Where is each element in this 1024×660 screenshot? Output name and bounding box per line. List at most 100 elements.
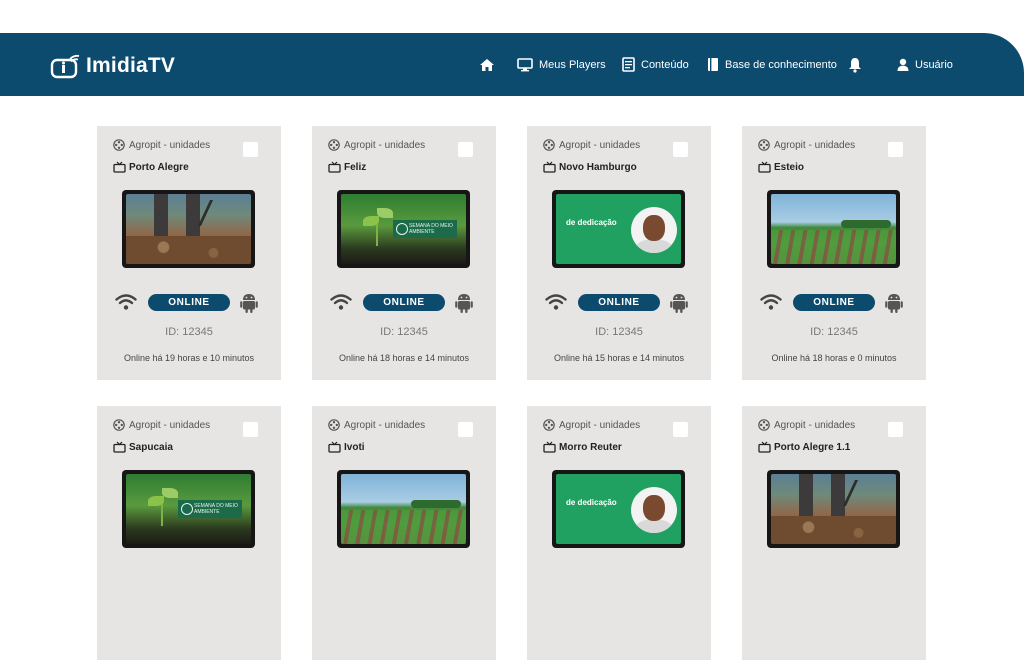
android-icon	[885, 294, 903, 313]
nav-conteudo[interactable]: Conteúdo	[622, 33, 689, 96]
thumbnail-image: SEMANA DO MEIO AMBIENTE	[341, 194, 466, 264]
player-id: ID: 12345	[595, 326, 643, 338]
nav-home[interactable]	[479, 33, 501, 96]
wifi-status	[330, 293, 352, 316]
player-name: Sapucaia	[113, 441, 173, 453]
nav-conteudo-label: Conteúdo	[641, 58, 689, 71]
player-id: ID: 12345	[380, 326, 428, 338]
nav-base-conhecimento-label: Base de conhecimento	[725, 58, 837, 71]
player-group: Agropit - unidades	[328, 419, 425, 431]
player-group: Agropit - unidades	[543, 419, 640, 431]
player-group-label: Agropit - unidades	[129, 419, 211, 431]
tv-icon	[328, 161, 341, 173]
film-reel-icon	[543, 139, 555, 151]
select-checkbox[interactable]	[243, 422, 258, 437]
player-screen-preview[interactable]	[337, 470, 470, 548]
player-name: Feliz	[328, 161, 366, 173]
player-card[interactable]: Agropit - unidades Porto Alegre ONLINE ID: …	[97, 126, 281, 380]
wifi-icon	[760, 294, 782, 310]
nav-user[interactable]: Usuário	[897, 33, 953, 96]
player-group-label: Agropit - unidades	[559, 139, 641, 151]
player-name: Morro Reuter	[543, 441, 622, 453]
book-icon	[708, 58, 718, 71]
player-name-label: Porto Alegre 1.1	[774, 441, 851, 453]
player-name-label: Porto Alegre	[129, 161, 189, 173]
select-checkbox[interactable]	[458, 422, 473, 437]
player-name-label: Sapucaia	[129, 441, 173, 453]
player-card[interactable]: Agropit - unidades Sapucaia SEMANA DO MEIO…	[97, 406, 281, 660]
tv-icon	[328, 441, 341, 453]
tv-icon	[758, 441, 771, 453]
tv-logo-icon	[50, 54, 80, 79]
player-card[interactable]: Agropit - unidades Porto Alegre 1.1	[742, 406, 926, 660]
player-name: Porto Alegre	[113, 161, 189, 173]
select-checkbox[interactable]	[888, 142, 903, 157]
android-platform	[885, 292, 903, 319]
player-screen-preview[interactable]: de dedicação	[552, 190, 685, 268]
home-icon	[480, 58, 494, 71]
thumbnail-image	[341, 474, 466, 544]
status-badge: ONLINE	[578, 294, 660, 311]
player-screen-preview[interactable]	[767, 190, 900, 268]
player-group: Agropit - unidades	[113, 139, 210, 151]
tv-icon	[758, 161, 771, 173]
player-name: Esteio	[758, 161, 804, 173]
player-screen-preview[interactable]: de dedicação	[552, 470, 685, 548]
thumbnail-image	[771, 194, 896, 264]
film-reel-icon	[113, 139, 125, 151]
thumbnail-image	[126, 194, 251, 264]
tv-icon	[543, 441, 556, 453]
player-group-label: Agropit - unidades	[344, 139, 426, 151]
select-checkbox[interactable]	[888, 422, 903, 437]
player-card[interactable]: Agropit - unidades Novo Hamburgo de dedica…	[527, 126, 711, 380]
wifi-status	[545, 293, 567, 316]
wifi-status	[760, 293, 782, 316]
online-duration: Online há 19 horas e 10 minutos	[123, 353, 255, 363]
player-name-label: Morro Reuter	[559, 441, 622, 453]
status-badge: ONLINE	[148, 294, 230, 311]
select-checkbox[interactable]	[243, 142, 258, 157]
player-group-label: Agropit - unidades	[774, 419, 856, 431]
thumbnail-image: SEMANA DO MEIO AMBIENTE	[126, 474, 251, 544]
player-group: Agropit - unidades	[543, 139, 640, 151]
player-group-label: Agropit - unidades	[129, 139, 211, 151]
player-name-label: Novo Hamburgo	[559, 161, 637, 173]
player-name: Novo Hamburgo	[543, 161, 637, 173]
document-icon	[622, 57, 635, 72]
player-id: ID: 12345	[165, 326, 213, 338]
nav-meus-players[interactable]: Meus Players	[517, 33, 606, 96]
monitor-icon	[517, 57, 533, 71]
player-card[interactable]: Agropit - unidades Ivoti	[312, 406, 496, 660]
thumbnail-image: de dedicação	[556, 474, 681, 544]
user-icon	[897, 58, 909, 71]
select-checkbox[interactable]	[673, 142, 688, 157]
film-reel-icon	[758, 139, 770, 151]
android-icon	[670, 294, 688, 313]
notifications-button[interactable]	[848, 33, 868, 96]
select-checkbox[interactable]	[673, 422, 688, 437]
app-logo[interactable]: ImidiaTV	[50, 53, 175, 79]
player-card[interactable]: Agropit - unidades Esteio ONLINE ID: 12345 O…	[742, 126, 926, 380]
status-badge: ONLINE	[793, 294, 875, 311]
online-duration: Online há 18 horas e 0 minutos	[771, 353, 897, 363]
wifi-icon	[545, 294, 567, 310]
android-icon	[240, 294, 258, 313]
player-screen-preview[interactable]	[767, 470, 900, 548]
player-group: Agropit - unidades	[758, 419, 855, 431]
player-card[interactable]: Agropit - unidades Morro Reuter de dedicaç…	[527, 406, 711, 660]
select-checkbox[interactable]	[458, 142, 473, 157]
thumbnail-image: de dedicação	[556, 194, 681, 264]
nav-base-conhecimento[interactable]: Base de conhecimento	[707, 33, 837, 96]
film-reel-icon	[758, 419, 770, 431]
film-reel-icon	[113, 419, 125, 431]
player-id: ID: 12345	[810, 326, 858, 338]
nav-meus-players-label: Meus Players	[539, 58, 606, 71]
online-duration: Online há 18 horas e 14 minutos	[338, 353, 470, 363]
player-screen-preview[interactable]: SEMANA DO MEIO AMBIENTE	[122, 470, 255, 548]
player-group: Agropit - unidades	[113, 419, 210, 431]
player-group: Agropit - unidades	[758, 139, 855, 151]
player-card[interactable]: Agropit - unidades Feliz SEMANA DO MEIO AM…	[312, 126, 496, 380]
player-screen-preview[interactable]: SEMANA DO MEIO AMBIENTE	[337, 190, 470, 268]
player-screen-preview[interactable]	[122, 190, 255, 268]
tv-icon	[543, 161, 556, 173]
